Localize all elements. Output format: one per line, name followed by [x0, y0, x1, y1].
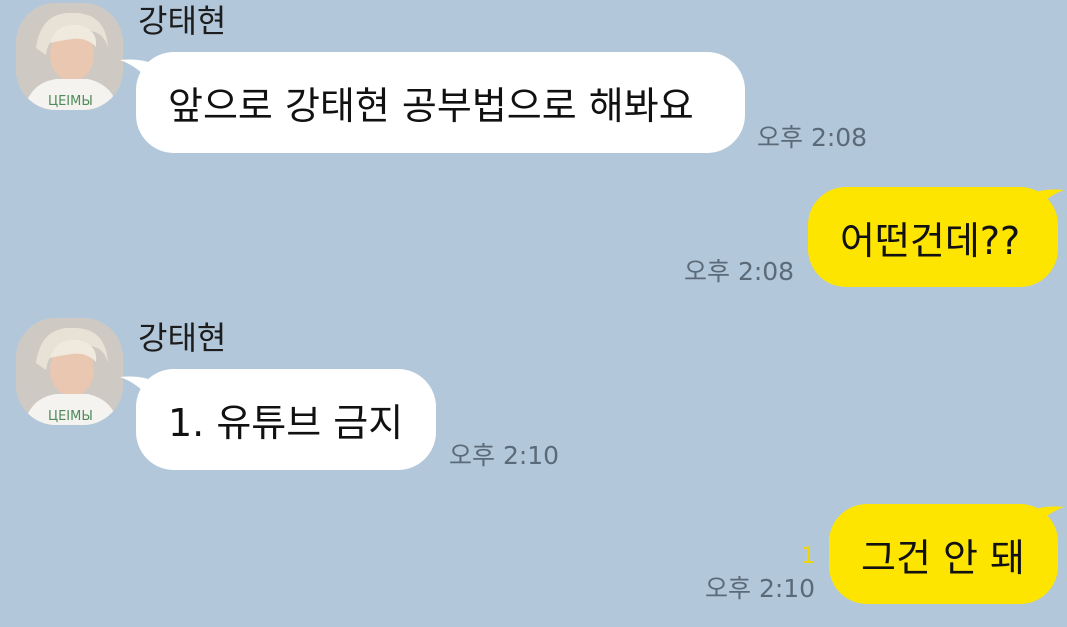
profile-photo: ЦЕІМЫ	[16, 318, 123, 425]
message-time: 오후 2:08	[684, 257, 795, 286]
profile-photo: ЦЕІМЫ	[16, 3, 123, 110]
bubble-tail	[1030, 506, 1064, 535]
message-time: 오후 2:08	[757, 123, 868, 152]
message-bubble[interactable]: 어떤건데??	[808, 187, 1058, 287]
svg-text:ЦЕІМЫ: ЦЕІМЫ	[48, 94, 93, 109]
message-time: 오후 2:10	[449, 441, 560, 470]
message-text: 어떤건데??	[840, 218, 1021, 263]
svg-text:ЦЕІМЫ: ЦЕІМЫ	[48, 409, 93, 424]
message-bubble[interactable]: 그건 안 돼	[829, 504, 1058, 604]
message-text: 그건 안 돼	[861, 535, 1025, 580]
message-bubble[interactable]: 앞으로 강태현 공부법으로 해봐요	[136, 52, 745, 153]
avatar[interactable]: ЦЕІМЫ	[16, 318, 123, 425]
unread-count: 1	[801, 544, 815, 569]
sender-name: 강태현	[138, 319, 227, 357]
message-time: 오후 2:10	[705, 574, 816, 603]
message-bubble[interactable]: 1. 유튜브 금지	[136, 369, 436, 470]
sender-name: 강태현	[138, 2, 227, 40]
avatar[interactable]: ЦЕІМЫ	[16, 3, 123, 110]
message-text: 앞으로 강태현 공부법으로 해봐요	[168, 84, 694, 128]
message-text: 1. 유튜브 금지	[168, 401, 404, 445]
bubble-tail	[1030, 189, 1064, 218]
